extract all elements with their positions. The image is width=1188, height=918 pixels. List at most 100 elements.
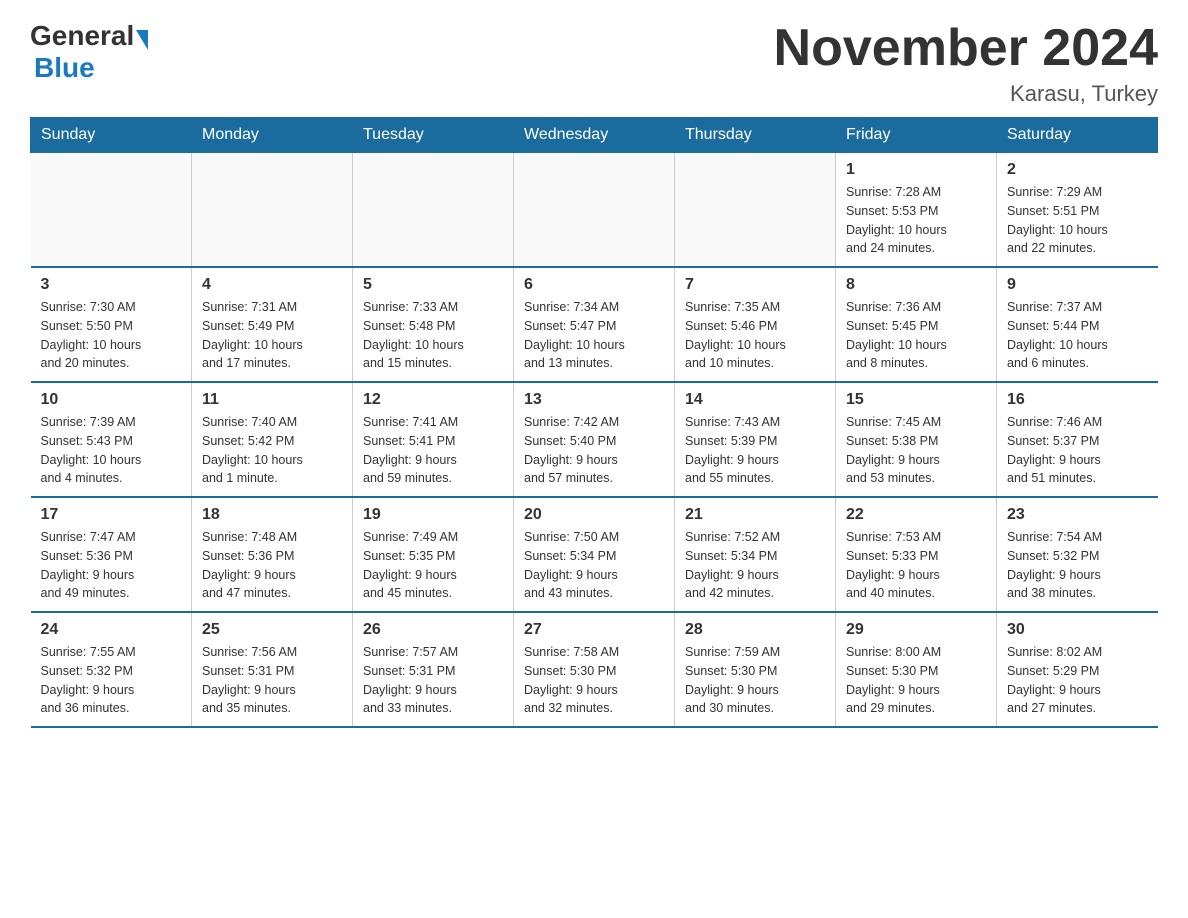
calendar-cell: 25 Sunrise: 7:56 AMSunset: 5:31 PMDayligh… bbox=[192, 612, 353, 727]
day-info: Sunrise: 7:31 AMSunset: 5:49 PMDaylight:… bbox=[202, 298, 342, 373]
weekday-header-row: SundayMondayTuesdayWednesdayThursdayFrid… bbox=[31, 118, 1158, 153]
calendar-cell: 17 Sunrise: 7:47 AMSunset: 5:36 PMDayligh… bbox=[31, 497, 192, 612]
day-number: 16 bbox=[1007, 391, 1148, 409]
day-number: 26 bbox=[363, 621, 503, 639]
day-info: Sunrise: 7:41 AMSunset: 5:41 PMDaylight:… bbox=[363, 413, 503, 488]
day-info: Sunrise: 7:55 AMSunset: 5:32 PMDaylight:… bbox=[41, 643, 182, 718]
day-number: 3 bbox=[41, 276, 182, 294]
day-info: Sunrise: 7:54 AMSunset: 5:32 PMDaylight:… bbox=[1007, 528, 1148, 603]
day-number: 9 bbox=[1007, 276, 1148, 294]
calendar-cell: 3 Sunrise: 7:30 AMSunset: 5:50 PMDaylight… bbox=[31, 267, 192, 382]
calendar-cell: 26 Sunrise: 7:57 AMSunset: 5:31 PMDayligh… bbox=[353, 612, 514, 727]
logo: General Blue bbox=[30, 20, 148, 84]
day-info: Sunrise: 7:46 AMSunset: 5:37 PMDaylight:… bbox=[1007, 413, 1148, 488]
title-block: November 2024 Karasu, Turkey bbox=[774, 20, 1158, 107]
calendar-cell: 30Sunrise: 8:02 AMSunset: 5:29 PMDayligh… bbox=[997, 612, 1158, 727]
weekday-header-thursday: Thursday bbox=[675, 118, 836, 153]
calendar-cell: 4 Sunrise: 7:31 AMSunset: 5:49 PMDaylight… bbox=[192, 267, 353, 382]
calendar-cell: 7 Sunrise: 7:35 AMSunset: 5:46 PMDaylight… bbox=[675, 267, 836, 382]
week-row-4: 17 Sunrise: 7:47 AMSunset: 5:36 PMDayligh… bbox=[31, 497, 1158, 612]
calendar-cell bbox=[353, 153, 514, 268]
weekday-header-sunday: Sunday bbox=[31, 118, 192, 153]
day-number: 13 bbox=[524, 391, 664, 409]
calendar-cell: 18 Sunrise: 7:48 AMSunset: 5:36 PMDayligh… bbox=[192, 497, 353, 612]
day-info: Sunrise: 7:29 AMSunset: 5:51 PMDaylight:… bbox=[1007, 183, 1148, 258]
logo-arrow-icon bbox=[136, 30, 148, 50]
day-number: 6 bbox=[524, 276, 664, 294]
calendar-cell: 12Sunrise: 7:41 AMSunset: 5:41 PMDayligh… bbox=[353, 382, 514, 497]
day-info: Sunrise: 7:42 AMSunset: 5:40 PMDaylight:… bbox=[524, 413, 664, 488]
day-info: Sunrise: 7:47 AMSunset: 5:36 PMDaylight:… bbox=[41, 528, 182, 603]
day-info: Sunrise: 7:53 AMSunset: 5:33 PMDaylight:… bbox=[846, 528, 986, 603]
day-info: Sunrise: 7:49 AMSunset: 5:35 PMDaylight:… bbox=[363, 528, 503, 603]
day-info: Sunrise: 7:40 AMSunset: 5:42 PMDaylight:… bbox=[202, 413, 342, 488]
day-number: 25 bbox=[202, 621, 342, 639]
day-info: Sunrise: 7:33 AMSunset: 5:48 PMDaylight:… bbox=[363, 298, 503, 373]
calendar-cell: 29Sunrise: 8:00 AMSunset: 5:30 PMDayligh… bbox=[836, 612, 997, 727]
calendar-cell bbox=[31, 153, 192, 268]
location-title: Karasu, Turkey bbox=[774, 81, 1158, 107]
day-info: Sunrise: 8:02 AMSunset: 5:29 PMDaylight:… bbox=[1007, 643, 1148, 718]
day-number: 2 bbox=[1007, 161, 1148, 179]
calendar-cell: 20 Sunrise: 7:50 AMSunset: 5:34 PMDayligh… bbox=[514, 497, 675, 612]
day-number: 20 bbox=[524, 506, 664, 524]
day-info: Sunrise: 7:43 AMSunset: 5:39 PMDaylight:… bbox=[685, 413, 825, 488]
calendar-cell: 9Sunrise: 7:37 AMSunset: 5:44 PMDaylight… bbox=[997, 267, 1158, 382]
day-number: 24 bbox=[41, 621, 182, 639]
day-info: Sunrise: 7:30 AMSunset: 5:50 PMDaylight:… bbox=[41, 298, 182, 373]
month-title: November 2024 bbox=[774, 20, 1158, 77]
day-info: Sunrise: 7:56 AMSunset: 5:31 PMDaylight:… bbox=[202, 643, 342, 718]
week-row-3: 10Sunrise: 7:39 AMSunset: 5:43 PMDayligh… bbox=[31, 382, 1158, 497]
day-info: Sunrise: 7:45 AMSunset: 5:38 PMDaylight:… bbox=[846, 413, 986, 488]
calendar-cell: 8 Sunrise: 7:36 AMSunset: 5:45 PMDaylight… bbox=[836, 267, 997, 382]
calendar-cell: 19 Sunrise: 7:49 AMSunset: 5:35 PMDayligh… bbox=[353, 497, 514, 612]
day-number: 23 bbox=[1007, 506, 1148, 524]
day-number: 28 bbox=[685, 621, 825, 639]
day-number: 4 bbox=[202, 276, 342, 294]
day-number: 18 bbox=[202, 506, 342, 524]
day-number: 22 bbox=[846, 506, 986, 524]
day-number: 5 bbox=[363, 276, 503, 294]
calendar-cell: 23 Sunrise: 7:54 AMSunset: 5:32 PMDayligh… bbox=[997, 497, 1158, 612]
calendar-cell: 27Sunrise: 7:58 AMSunset: 5:30 PMDayligh… bbox=[514, 612, 675, 727]
page-header: General Blue November 2024 Karasu, Turke… bbox=[30, 20, 1158, 107]
calendar-cell: 16 Sunrise: 7:46 AMSunset: 5:37 PMDayligh… bbox=[997, 382, 1158, 497]
day-number: 14 bbox=[685, 391, 825, 409]
calendar-cell: 15 Sunrise: 7:45 AMSunset: 5:38 PMDayligh… bbox=[836, 382, 997, 497]
day-number: 17 bbox=[41, 506, 182, 524]
day-number: 27 bbox=[524, 621, 664, 639]
calendar-cell: 6Sunrise: 7:34 AMSunset: 5:47 PMDaylight… bbox=[514, 267, 675, 382]
day-number: 19 bbox=[363, 506, 503, 524]
day-number: 29 bbox=[846, 621, 986, 639]
weekday-header-saturday: Saturday bbox=[997, 118, 1158, 153]
week-row-1: 1Sunrise: 7:28 AMSunset: 5:53 PMDaylight… bbox=[31, 153, 1158, 268]
calendar-cell: 5 Sunrise: 7:33 AMSunset: 5:48 PMDaylight… bbox=[353, 267, 514, 382]
calendar-cell bbox=[675, 153, 836, 268]
calendar-cell: 22 Sunrise: 7:53 AMSunset: 5:33 PMDayligh… bbox=[836, 497, 997, 612]
logo-general: General bbox=[30, 20, 134, 52]
calendar-cell: 24 Sunrise: 7:55 AMSunset: 5:32 PMDayligh… bbox=[31, 612, 192, 727]
day-number: 15 bbox=[846, 391, 986, 409]
day-info: Sunrise: 7:36 AMSunset: 5:45 PMDaylight:… bbox=[846, 298, 986, 373]
day-info: Sunrise: 7:48 AMSunset: 5:36 PMDaylight:… bbox=[202, 528, 342, 603]
calendar-cell: 10Sunrise: 7:39 AMSunset: 5:43 PMDayligh… bbox=[31, 382, 192, 497]
day-number: 11 bbox=[202, 391, 342, 409]
weekday-header-wednesday: Wednesday bbox=[514, 118, 675, 153]
day-number: 8 bbox=[846, 276, 986, 294]
day-info: Sunrise: 7:50 AMSunset: 5:34 PMDaylight:… bbox=[524, 528, 664, 603]
day-number: 7 bbox=[685, 276, 825, 294]
week-row-5: 24 Sunrise: 7:55 AMSunset: 5:32 PMDayligh… bbox=[31, 612, 1158, 727]
day-info: Sunrise: 7:57 AMSunset: 5:31 PMDaylight:… bbox=[363, 643, 503, 718]
day-info: Sunrise: 7:39 AMSunset: 5:43 PMDaylight:… bbox=[41, 413, 182, 488]
day-info: Sunrise: 7:59 AMSunset: 5:30 PMDaylight:… bbox=[685, 643, 825, 718]
calendar-cell bbox=[192, 153, 353, 268]
calendar-cell: 2 Sunrise: 7:29 AMSunset: 5:51 PMDaylight… bbox=[997, 153, 1158, 268]
calendar-table: SundayMondayTuesdayWednesdayThursdayFrid… bbox=[30, 117, 1158, 728]
weekday-header-friday: Friday bbox=[836, 118, 997, 153]
day-number: 1 bbox=[846, 161, 986, 179]
calendar-cell: 11 Sunrise: 7:40 AMSunset: 5:42 PMDayligh… bbox=[192, 382, 353, 497]
calendar-cell: 13 Sunrise: 7:42 AMSunset: 5:40 PMDayligh… bbox=[514, 382, 675, 497]
day-info: Sunrise: 7:35 AMSunset: 5:46 PMDaylight:… bbox=[685, 298, 825, 373]
calendar-cell: 21Sunrise: 7:52 AMSunset: 5:34 PMDayligh… bbox=[675, 497, 836, 612]
logo-blue: Blue bbox=[34, 52, 95, 83]
